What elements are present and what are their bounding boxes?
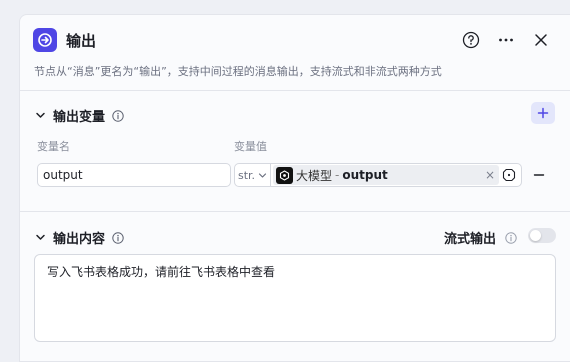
info-icon[interactable] — [505, 229, 517, 248]
help-icon[interactable] — [459, 28, 483, 52]
col-label-name: 变量名 — [37, 140, 70, 153]
more-options-icon[interactable] — [494, 28, 518, 52]
output-vars-header: 输出变量 — [33, 106, 124, 125]
clear-icon[interactable]: × — [485, 168, 495, 182]
toggle-knob — [530, 230, 541, 241]
info-icon[interactable] — [111, 109, 124, 122]
variable-value-field: str. 大模型 - output × — [234, 163, 522, 187]
header-divider — [20, 90, 570, 91]
chevron-down-icon[interactable] — [33, 109, 47, 123]
output-node-panel: 输出 节点从“消息”更名为“输出”，支持中间过程的消息输出，支持流式和非流式两种… — [19, 14, 570, 362]
output-content-title: 输出内容 — [53, 232, 106, 247]
node-description: 节点从“消息”更名为“输出”，支持中间过程的消息输出，支持流式和非流式两种方式 — [34, 65, 442, 78]
variable-picker-icon[interactable] — [501, 167, 517, 183]
reference-source: 大模型 — [296, 168, 333, 183]
chevron-down-icon — [258, 172, 267, 178]
col-label-value: 变量值 — [234, 140, 267, 153]
llm-model-icon — [276, 166, 293, 184]
output-node-icon — [33, 28, 57, 52]
output-content-header: 输出内容 — [33, 228, 124, 247]
stream-output-toggle[interactable] — [528, 228, 556, 243]
type-select[interactable]: str. — [235, 164, 271, 186]
output-vars-title: 输出变量 — [53, 110, 106, 125]
node-title: 输出 — [66, 32, 97, 50]
chevron-down-icon[interactable] — [33, 231, 47, 245]
output-content-textarea[interactable]: 写入飞书表格成功，请前往飞书表格中查看 — [34, 254, 556, 342]
close-icon[interactable] — [529, 28, 553, 52]
stream-output-label: 流式输出 — [444, 232, 497, 247]
variable-reference-tag[interactable]: 大模型 - output × — [273, 165, 499, 185]
reference-separator: - — [335, 168, 340, 182]
add-variable-button[interactable] — [531, 102, 555, 124]
info-icon[interactable] — [111, 231, 124, 244]
reference-variable: output — [342, 168, 388, 182]
remove-variable-icon[interactable] — [532, 168, 546, 182]
variable-name-input[interactable] — [37, 163, 231, 187]
type-value: str. — [238, 168, 256, 182]
section-divider — [20, 211, 570, 212]
